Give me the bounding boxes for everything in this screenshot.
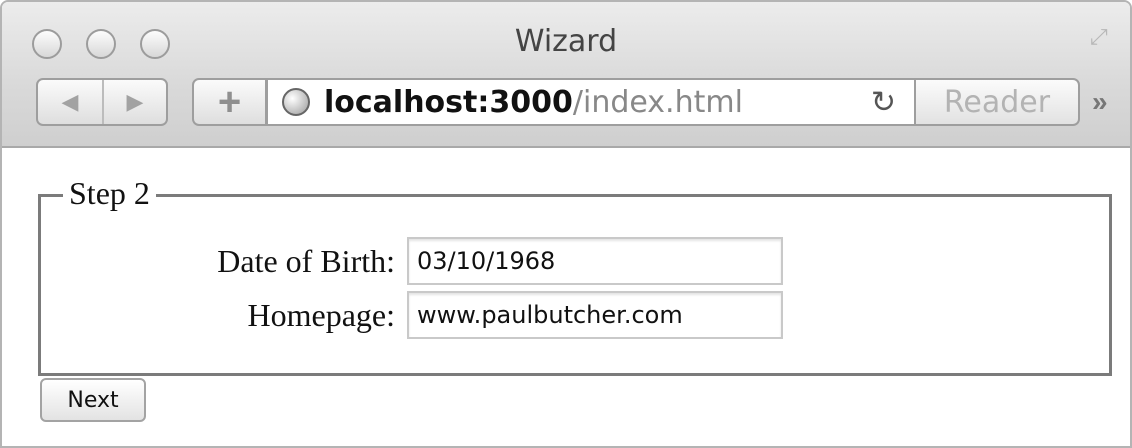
- plus-icon: +: [217, 79, 242, 124]
- step-fieldset: Step 2 Date of Birth: 03/10/1968 Homepag…: [38, 175, 1112, 376]
- reload-icon[interactable]: ↻: [871, 85, 896, 120]
- reader-button[interactable]: Reader: [914, 78, 1080, 126]
- forward-icon: ▶: [126, 89, 144, 114]
- window-title: Wizard: [514, 24, 618, 59]
- homepage-label: Homepage:: [247, 296, 396, 333]
- forward-button[interactable]: ▶: [102, 80, 166, 124]
- address-text: localhost:3000/index.html: [324, 85, 743, 120]
- address-bar[interactable]: localhost:3000/index.html ↻: [266, 78, 916, 126]
- back-button[interactable]: ◀: [38, 80, 102, 124]
- back-icon: ◀: [61, 89, 79, 114]
- history-nav: ◀ ▶: [36, 78, 168, 126]
- globe-icon: [282, 88, 310, 116]
- dob-input[interactable]: 03/10/1968: [407, 237, 783, 285]
- step-legend: Step 2: [63, 175, 156, 212]
- dob-label: Date of Birth:: [217, 242, 395, 279]
- window-titlebar: Wizard ⤢ ◀ ▶ + localhost:3000/index.html…: [2, 2, 1130, 148]
- overflow-chevron-icon[interactable]: »: [1092, 86, 1108, 118]
- next-button[interactable]: Next: [40, 378, 146, 422]
- add-bookmark-button[interactable]: +: [192, 78, 267, 126]
- dob-row: Date of Birth: 03/10/1968: [41, 237, 783, 285]
- homepage-input[interactable]: www.paulbutcher.com: [407, 291, 783, 339]
- page-content: Step 2 Date of Birth: 03/10/1968 Homepag…: [2, 150, 1130, 446]
- address-path: /index.html: [572, 84, 743, 120]
- homepage-row: Homepage: www.paulbutcher.com: [41, 291, 783, 339]
- fullscreen-icon[interactable]: ⤢: [1090, 24, 1120, 54]
- address-host: localhost:3000: [324, 84, 573, 120]
- browser-window: Wizard ⤢ ◀ ▶ + localhost:3000/index.html…: [0, 0, 1132, 448]
